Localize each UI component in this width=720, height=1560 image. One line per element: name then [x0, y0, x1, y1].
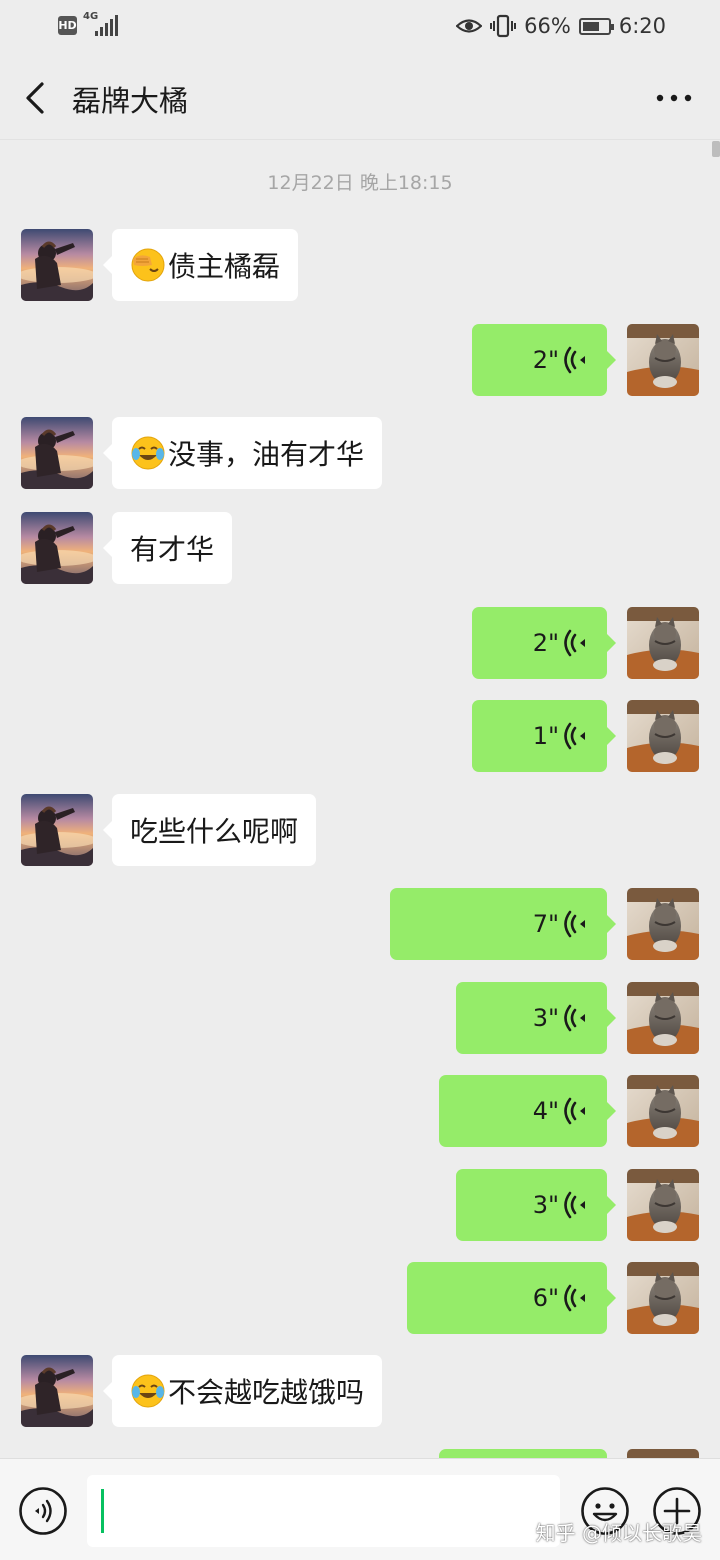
scrollbar[interactable] — [712, 141, 720, 157]
incoming-message[interactable]: 有才华 — [102, 512, 233, 584]
voice-duration: 1" — [532, 722, 559, 750]
my-avatar[interactable] — [627, 700, 699, 772]
battery-icon — [578, 17, 614, 35]
contact-avatar[interactable] — [21, 229, 93, 301]
zhihu-watermark: 知乎 @倾以长歌昊 — [535, 1521, 702, 1545]
input-bar: 知乎 @倾以长歌昊 — [0, 1458, 720, 1560]
message-input[interactable] — [87, 1475, 560, 1547]
voice-wave-icon — [563, 1191, 585, 1219]
battery-percent: 66% — [524, 14, 571, 38]
contact-avatar[interactable] — [21, 794, 93, 866]
voice-message[interactable]: 2" — [472, 607, 616, 679]
message-text: 债主橘磊 — [168, 250, 281, 283]
signal-bars — [95, 15, 118, 36]
my-avatar[interactable] — [627, 607, 699, 679]
my-avatar[interactable] — [627, 982, 699, 1054]
voice-duration: 3" — [532, 1004, 559, 1032]
clock: 6:20 — [618, 14, 666, 38]
message-text: 不会越吃越饿吗 — [168, 1376, 365, 1409]
voice-message[interactable]: 3" — [456, 1169, 616, 1241]
voice-wave-icon — [563, 629, 585, 657]
voice-duration: 7" — [532, 910, 559, 938]
voice-duration: 2" — [532, 629, 559, 657]
voice-duration: 6" — [532, 1284, 559, 1312]
more-icon[interactable] — [654, 84, 694, 112]
status-bar: HD 4G 66% 6:20 — [0, 0, 720, 56]
contact-avatar[interactable] — [21, 417, 93, 489]
chat-header: 磊牌大橘 — [0, 56, 720, 140]
contact-avatar[interactable] — [21, 512, 93, 584]
voice-wave-icon — [563, 346, 585, 374]
message-list[interactable]: 12月22日 晚上18:15 债主橘磊 2" 没事，油有才华 有才华 2" 1"… — [0, 140, 720, 1458]
voice-message[interactable]: 3" — [456, 982, 616, 1054]
facepalm-emoji-icon — [130, 247, 166, 283]
voice-mode-icon[interactable] — [18, 1486, 68, 1536]
eye-comfort-icon — [456, 19, 483, 33]
voice-wave-icon — [563, 1284, 585, 1312]
voice-message[interactable] — [439, 1449, 607, 1458]
network-signal-icon: 4G — [83, 11, 118, 36]
message-text: 吃些什么呢啊 — [130, 815, 299, 848]
back-icon[interactable] — [20, 80, 54, 116]
status-right: 66% 6:20 — [456, 14, 666, 38]
incoming-message[interactable]: 不会越吃越饿吗 — [102, 1355, 383, 1427]
incoming-message[interactable]: 没事，油有才华 — [102, 417, 383, 489]
incoming-message[interactable]: 债主橘磊 — [102, 229, 299, 301]
contact-avatar[interactable] — [21, 1355, 93, 1427]
vibrate-icon — [490, 14, 517, 38]
battery-fill — [582, 21, 599, 31]
status-left: HD 4G — [58, 11, 118, 36]
tears-of-joy-emoji-icon — [130, 435, 166, 471]
voice-wave-icon — [563, 910, 585, 938]
voice-wave-icon — [563, 722, 585, 750]
my-avatar[interactable] — [627, 1449, 699, 1458]
my-avatar[interactable] — [627, 1075, 699, 1147]
my-avatar[interactable] — [627, 1169, 699, 1241]
voice-message[interactable]: 6" — [407, 1262, 616, 1334]
voice-duration: 2" — [532, 346, 559, 374]
my-avatar[interactable] — [627, 888, 699, 960]
hd-icon: HD — [58, 15, 77, 35]
voice-message[interactable]: 1" — [472, 700, 616, 772]
voice-message[interactable]: 7" — [390, 888, 616, 960]
my-avatar[interactable] — [627, 324, 699, 396]
voice-duration: 3" — [532, 1191, 559, 1219]
voice-wave-icon — [563, 1097, 585, 1125]
my-avatar[interactable] — [627, 1262, 699, 1334]
message-timestamp: 12月22日 晚上18:15 — [267, 172, 453, 194]
incoming-message[interactable]: 吃些什么呢啊 — [102, 794, 317, 866]
voice-message[interactable]: 2" — [472, 324, 616, 396]
tears-of-joy-emoji-icon — [130, 1373, 166, 1409]
chat-title: 磊牌大橘 — [72, 84, 189, 118]
voice-message[interactable]: 4" — [439, 1075, 616, 1147]
voice-duration: 4" — [532, 1097, 559, 1125]
voice-wave-icon — [563, 1004, 585, 1032]
message-text: 有才华 — [130, 533, 215, 566]
text-caret — [101, 1489, 104, 1533]
message-text: 没事，油有才华 — [168, 438, 365, 471]
